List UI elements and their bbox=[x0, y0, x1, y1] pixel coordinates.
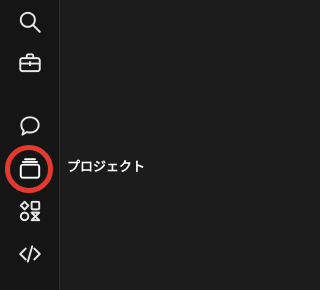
briefcase-icon bbox=[19, 53, 41, 73]
sidebar-item-components[interactable] bbox=[0, 193, 60, 229]
projects-tooltip: プロジェクト bbox=[67, 160, 146, 175]
sidebar-item-code[interactable] bbox=[0, 236, 60, 272]
sidebar-item-briefcase[interactable] bbox=[0, 45, 60, 81]
sidebar bbox=[0, 0, 60, 290]
sidebar-item-search[interactable] bbox=[0, 4, 60, 40]
app-window: プロジェクト bbox=[0, 0, 242, 290]
code-icon bbox=[19, 245, 41, 263]
shapes-icon bbox=[19, 200, 41, 222]
search-icon bbox=[19, 11, 41, 33]
chat-bubble-icon bbox=[20, 116, 40, 136]
sidebar-item-projects[interactable] bbox=[0, 151, 60, 187]
project-folder-icon bbox=[19, 158, 41, 179]
sidebar-item-chat[interactable] bbox=[0, 108, 60, 144]
